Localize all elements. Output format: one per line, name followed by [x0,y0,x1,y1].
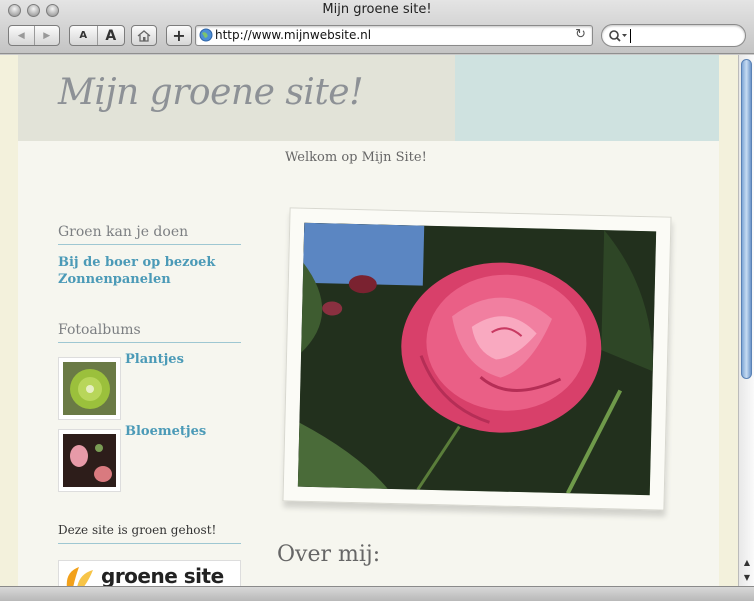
forward-arrow-icon: ▶ [43,30,51,41]
welcome-text: Welkom op Mijn Site! [285,150,427,165]
scroll-down-button[interactable]: ▼ [739,570,754,584]
home-button[interactable] [131,25,157,46]
text-bigger-label: A [105,27,117,44]
status-bar [0,586,754,601]
leaf-logo-icon [66,567,93,586]
rose-image [297,222,657,496]
url-text: http://www.mijnwebsite.nl [215,28,372,42]
browser-toolbar: Mijn groene site! ◀ ▶ A A + http://www.m… [0,0,754,54]
scroll-down-arrow-icon: ▼ [743,572,751,582]
link-boer-bezoek[interactable]: Bij de boer op bezoek [58,255,215,270]
text-caret [630,29,631,43]
scroll-thumb[interactable] [741,59,752,379]
album-thumbnail-plantjes[interactable] [58,357,121,420]
groene-site-logo[interactable]: groene site [58,560,241,586]
green-hosted-text: Deze site is groen gehost! [58,523,241,544]
page-viewport: Mijn groene site! Welkom op Mijn Site! G… [0,55,738,586]
rose-photo [297,222,657,496]
album-link-plantjes[interactable]: Plantjes [125,352,184,367]
scroll-up-arrow-icon: ▲ [743,557,751,567]
sidebar-heading-groen: Groen kan je doen [58,224,241,245]
scroll-up-button[interactable]: ▲ [739,555,754,569]
site-title: Mijn groene site! [58,72,364,113]
album-link-bloemetjes[interactable]: Bloemetjes [125,424,206,439]
plus-icon: + [172,26,186,45]
browser-window: Mijn groene site! ◀ ▶ A A + http://www.m… [0,0,754,601]
vertical-scrollbar[interactable]: ▲ ▼ [738,55,754,586]
photo-frame [282,207,672,511]
address-bar[interactable]: http://www.mijnwebsite.nl ↻ [195,25,593,46]
sidebar-heading-fotoalbums: Fotoalbums [58,322,241,343]
back-forward-control: ◀ ▶ [8,25,60,46]
album-thumbnail-bloemetjes[interactable] [58,429,121,492]
text-smaller-label: A [79,30,88,41]
text-smaller-button[interactable]: A [70,26,97,45]
magnifier-icon [609,30,627,42]
search-field[interactable] [601,24,746,47]
header-accent-block [455,55,719,141]
add-bookmark-button[interactable]: + [166,25,192,46]
web-page: Mijn groene site! Welkom op Mijn Site! G… [18,55,719,586]
back-arrow-icon: ◀ [17,30,25,41]
globe-icon [199,28,213,42]
back-button[interactable]: ◀ [9,26,34,45]
home-icon [137,29,151,42]
forward-button[interactable]: ▶ [33,26,60,45]
window-title: Mijn groene site! [322,2,432,17]
text-size-control: A A [69,25,125,46]
link-zonnenpanelen[interactable]: Zonnenpanelen [58,272,171,287]
reload-icon[interactable]: ↻ [575,27,586,42]
about-heading: Over mij: [277,542,381,567]
kiwi-image [63,362,116,415]
flower-buds-image [63,434,116,487]
text-bigger-button[interactable]: A [96,26,125,45]
logo-wordmark: groene site [101,564,224,586]
